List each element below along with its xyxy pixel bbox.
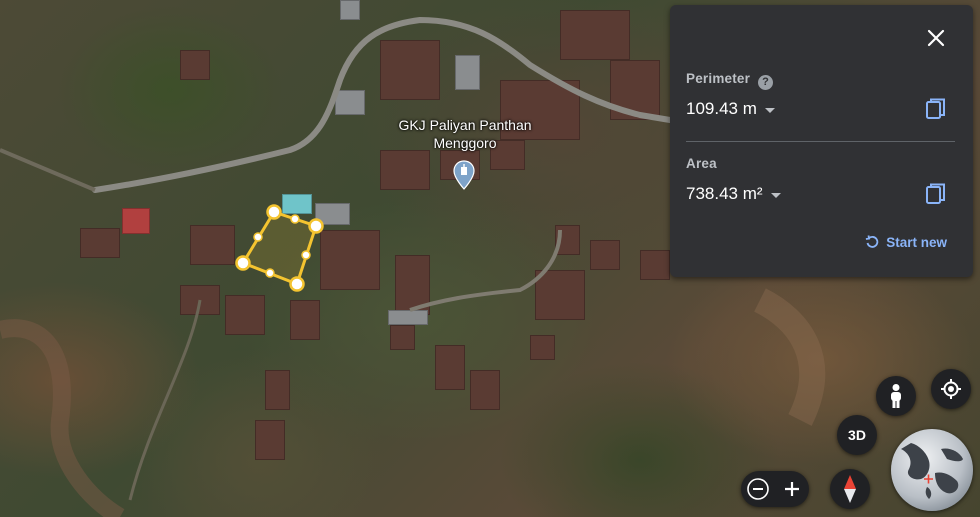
divider: [686, 141, 955, 142]
polygon-vertex: [235, 255, 251, 271]
perimeter-unit-selector[interactable]: 109.43 m: [686, 99, 775, 119]
close-icon[interactable]: [925, 27, 947, 49]
polygon-vertex: [308, 218, 324, 234]
measurement-panel: Perimeter? 109.43 m Area 738.43 m² Start…: [670, 5, 973, 277]
start-new-button[interactable]: Start new: [864, 234, 947, 250]
caret-down-icon: [770, 192, 781, 198]
caret-down-icon: [764, 107, 775, 113]
polygon-midpoint: [290, 214, 300, 224]
toggle-3d-button[interactable]: 3D: [837, 415, 877, 455]
zoom-out-button[interactable]: [744, 475, 772, 503]
zoom-in-button[interactable]: [778, 475, 806, 503]
zoom-controls: [741, 471, 809, 507]
restart-icon: [866, 235, 879, 248]
copy-perimeter-icon[interactable]: [925, 97, 947, 121]
polygon-midpoint: [265, 268, 275, 278]
area-unit-selector[interactable]: 738.43 m²: [686, 184, 781, 204]
compass-icon: [844, 475, 856, 503]
perimeter-value: 109.43 m: [686, 99, 757, 118]
my-location-button[interactable]: [931, 369, 971, 409]
globe-view-button[interactable]: [891, 429, 973, 511]
help-icon[interactable]: ?: [758, 75, 774, 90]
street-view-button[interactable]: [876, 376, 916, 416]
compass-button[interactable]: [830, 469, 870, 509]
polygon-midpoint: [301, 250, 311, 260]
globe-icon: [901, 443, 963, 499]
perimeter-label: Perimeter: [686, 71, 751, 86]
zoom-out-icon: [747, 478, 769, 500]
location-target-icon: [941, 379, 961, 399]
zoom-in-icon: [785, 482, 799, 496]
area-label: Area: [686, 156, 717, 171]
polygon-vertex: [289, 276, 305, 292]
perimeter-label-row: Perimeter?: [686, 71, 774, 90]
pegman-icon: [891, 384, 901, 408]
3d-label: 3D: [848, 427, 866, 443]
copy-area-icon[interactable]: [925, 182, 947, 206]
polygon-midpoint: [253, 232, 263, 242]
area-value: 738.43 m²: [686, 184, 763, 203]
start-new-label: Start new: [886, 234, 947, 250]
polygon-vertex: [266, 204, 282, 220]
